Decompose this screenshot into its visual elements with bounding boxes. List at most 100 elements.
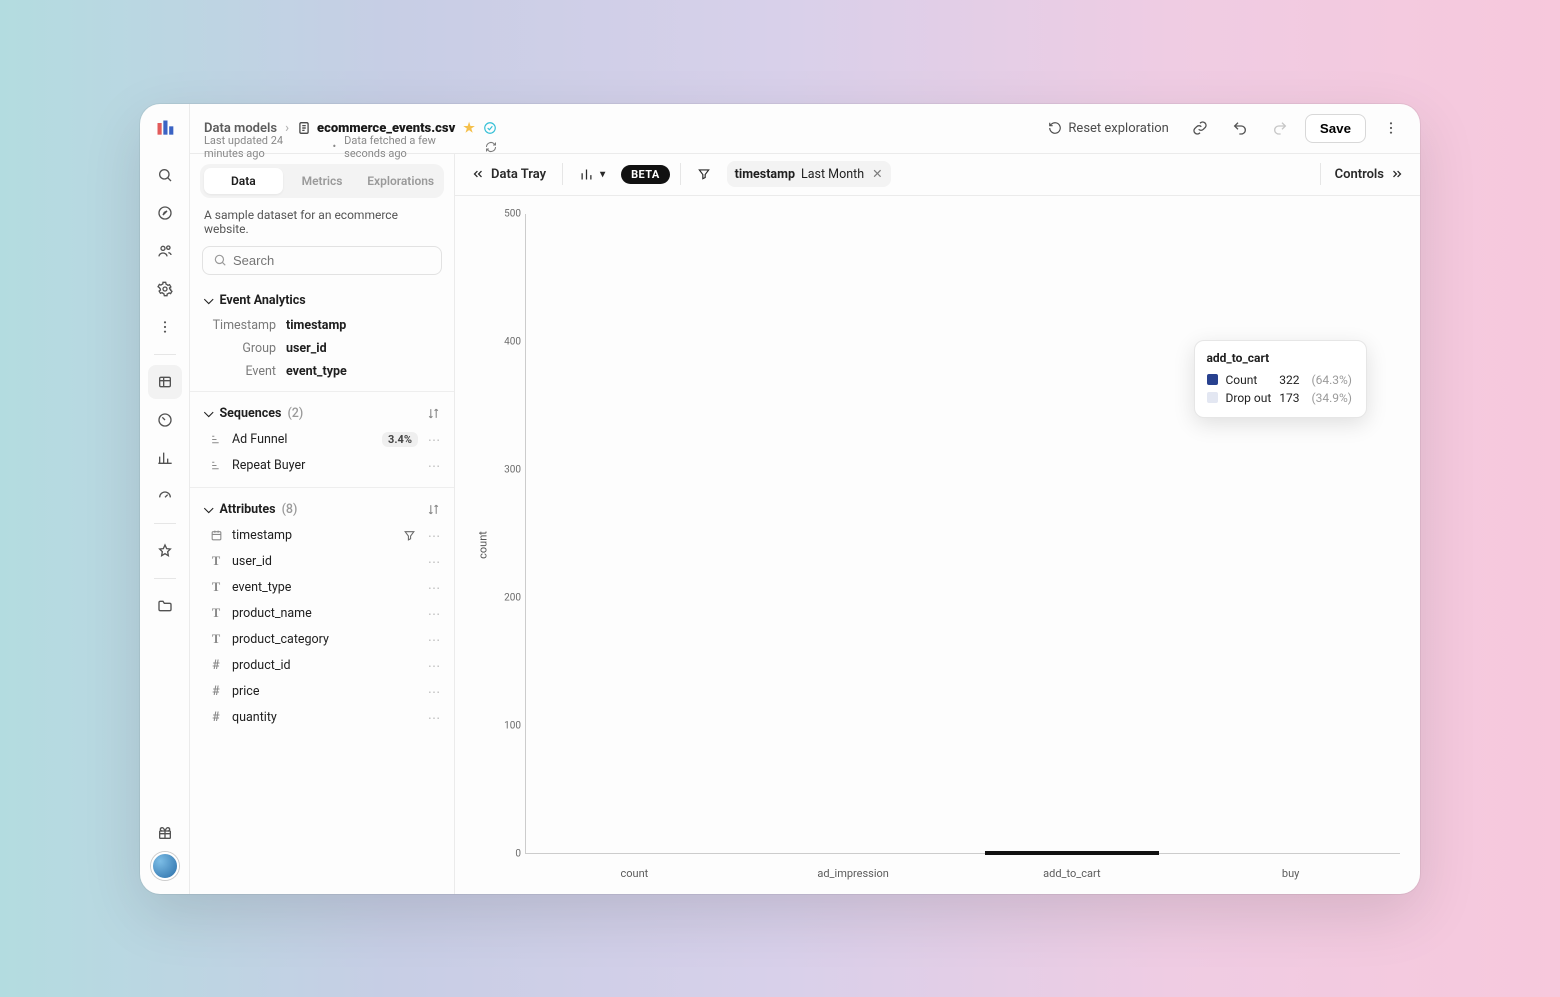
compass-icon[interactable]	[148, 196, 182, 230]
users-icon[interactable]	[148, 234, 182, 268]
sequence-repeat-buyer[interactable]: Repeat Buyer ⋯	[194, 453, 450, 479]
bar-chart-icon	[579, 167, 594, 182]
row-menu-icon[interactable]: ⋯	[426, 580, 442, 596]
data-tray-button[interactable]: Data Tray	[465, 163, 552, 186]
x-tick: ad_impression	[744, 867, 963, 880]
table-icon[interactable]	[148, 365, 182, 399]
row-menu-icon[interactable]: ⋯	[426, 658, 442, 674]
reset-icon	[1048, 121, 1062, 135]
y-tick: 200	[504, 592, 521, 603]
y-tick: 300	[504, 464, 521, 475]
side-search[interactable]	[202, 246, 442, 275]
row-menu-icon[interactable]: ⋯	[426, 432, 442, 448]
chevron-down-icon: ⌵	[204, 293, 213, 308]
app-window: Data models › ecommerce_events.csv ★ Las…	[140, 104, 1420, 894]
hash-icon: #	[208, 658, 224, 673]
attribute-product_category[interactable]: Tproduct_category⋯	[194, 627, 450, 653]
tab-explorations[interactable]: Explorations	[361, 168, 440, 194]
sort-icon[interactable]	[427, 407, 440, 420]
chevrons-left-icon	[471, 167, 485, 181]
gift-icon[interactable]	[148, 816, 182, 850]
link-icon[interactable]	[1185, 113, 1215, 143]
chart-tooltip: add_to_cart Count322(64.3%)Drop out173(3…	[1194, 340, 1368, 418]
gauge-icon[interactable]	[148, 403, 182, 437]
y-axis-label: count	[476, 531, 489, 559]
row-menu-icon[interactable]: ⋯	[426, 684, 442, 700]
attribute-event_type[interactable]: Tevent_type⋯	[194, 575, 450, 601]
row-menu-icon[interactable]: ⋯	[426, 528, 442, 544]
main-area: Data models › ecommerce_events.csv ★ Las…	[190, 104, 1420, 894]
calendar-icon	[208, 529, 224, 542]
fetched-label: Data fetched a few seconds ago	[344, 134, 477, 160]
text-icon: T	[208, 606, 224, 621]
canvas-toolbar: Data Tray ▾ BETA timestamp Last Month	[455, 154, 1420, 196]
filter-button[interactable]	[691, 163, 717, 185]
attribute-quantity[interactable]: #quantity⋯	[194, 705, 450, 731]
row-menu-icon[interactable]: ⋯	[426, 606, 442, 622]
ea-row-group: Groupuser_id	[190, 337, 454, 360]
attribute-timestamp[interactable]: timestamp⋯	[194, 523, 450, 549]
y-tick: 0	[515, 848, 521, 859]
filter-chip[interactable]: timestamp Last Month ✕	[727, 161, 891, 187]
kebab-icon[interactable]	[1376, 113, 1406, 143]
ea-row-timestamp: Timestamptimestamp	[190, 314, 454, 337]
ea-row-event: Eventevent_type	[190, 360, 454, 383]
tooltip-row: Drop out173(34.9%)	[1207, 389, 1353, 407]
x-tick: count	[525, 867, 744, 880]
row-menu-icon[interactable]: ⋯	[426, 458, 442, 474]
row-menu-icon[interactable]: ⋯	[426, 554, 442, 570]
filter-icon	[697, 167, 711, 181]
left-rail	[140, 104, 190, 894]
hash-icon: #	[208, 710, 224, 725]
hash-icon: #	[208, 684, 224, 699]
y-tick: 100	[504, 720, 521, 731]
reset-exploration-button[interactable]: Reset exploration	[1042, 117, 1174, 140]
chip-remove-icon[interactable]: ✕	[872, 166, 882, 182]
text-icon: T	[208, 632, 224, 647]
folder-icon[interactable]	[148, 589, 182, 623]
attribute-user_id[interactable]: Tuser_id⋯	[194, 549, 450, 575]
attribute-price[interactable]: #price⋯	[194, 679, 450, 705]
chevrons-right-icon	[1390, 167, 1404, 181]
refresh-icon[interactable]	[485, 141, 497, 153]
tab-data[interactable]: Data	[204, 168, 283, 194]
tooltip-row: Count322(64.3%)	[1207, 371, 1353, 389]
chevron-down-icon: ▾	[600, 169, 605, 180]
attribute-product_id[interactable]: #product_id⋯	[194, 653, 450, 679]
star-icon[interactable]	[148, 534, 182, 568]
controls-button[interactable]: Controls	[1329, 163, 1410, 186]
beta-badge: BETA	[621, 165, 670, 184]
sequence-ad-funnel[interactable]: Ad Funnel 3.4% ⋯	[194, 427, 450, 453]
text-icon: T	[208, 580, 224, 595]
speed-icon[interactable]	[148, 479, 182, 513]
undo-icon[interactable]	[1225, 113, 1255, 143]
search-input[interactable]	[233, 253, 431, 268]
x-tick: add_to_cart	[963, 867, 1182, 880]
app-logo	[155, 118, 175, 138]
sort-icon[interactable]	[427, 503, 440, 516]
filter-icon[interactable]	[403, 529, 416, 542]
section-event-analytics[interactable]: ⌵ Event Analytics	[190, 287, 454, 314]
chart-type-button[interactable]: ▾	[573, 163, 611, 186]
search-icon	[213, 253, 227, 267]
row-menu-icon[interactable]: ⋯	[426, 710, 442, 726]
settings-icon[interactable]	[148, 272, 182, 306]
x-tick: buy	[1181, 867, 1400, 880]
tab-metrics[interactable]: Metrics	[283, 168, 362, 194]
row-menu-icon[interactable]: ⋯	[426, 632, 442, 648]
canvas: Data Tray ▾ BETA timestamp Last Month	[455, 154, 1420, 894]
header: Data models › ecommerce_events.csv ★ Las…	[190, 104, 1420, 154]
text-icon: T	[208, 554, 224, 569]
section-sequences[interactable]: ⌵ Sequences (2)	[190, 400, 454, 427]
search-icon[interactable]	[148, 158, 182, 192]
save-button[interactable]: Save	[1305, 114, 1366, 143]
dataset-description: A sample dataset for an ecommerce websit…	[190, 208, 454, 246]
chart[interactable]: count 0100200300400500 countad_impressio…	[455, 196, 1420, 894]
more-icon[interactable]	[148, 310, 182, 344]
plot-area	[525, 214, 1400, 854]
attribute-product_name[interactable]: Tproduct_name⋯	[194, 601, 450, 627]
y-tick: 500	[504, 208, 521, 219]
user-avatar[interactable]	[151, 852, 179, 880]
bar-chart-icon[interactable]	[148, 441, 182, 475]
section-attributes[interactable]: ⌵ Attributes (8)	[190, 496, 454, 523]
